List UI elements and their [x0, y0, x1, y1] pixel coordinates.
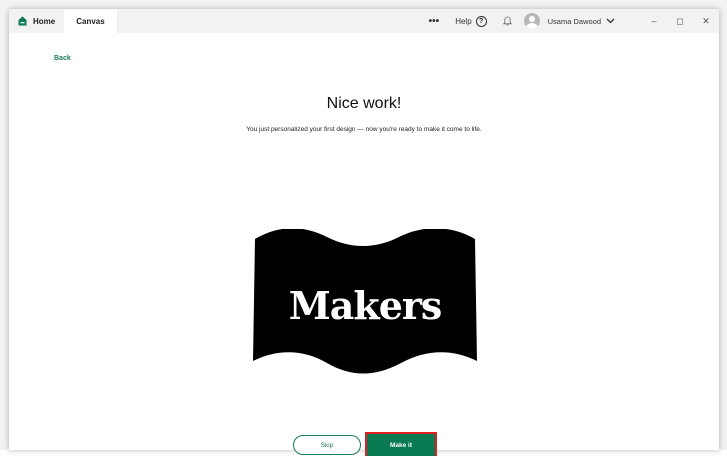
help-button[interactable]: Help	[455, 17, 471, 26]
tab-canvas[interactable]: Canvas	[64, 9, 117, 33]
tab-home[interactable]: Home	[9, 9, 64, 33]
tab-home-label: Home	[33, 16, 56, 26]
design-text: Makers	[288, 283, 443, 328]
page-subtitle: You just personalized your first design …	[246, 126, 482, 133]
minimize-button[interactable]: –	[641, 16, 667, 26]
make-it-button[interactable]: Make it	[365, 432, 437, 456]
page-title: Nice work!	[326, 95, 402, 112]
home-icon	[18, 16, 27, 26]
tab-canvas-label: Canvas	[76, 16, 105, 26]
screen-background: Home Canvas ••• Help ? Usama Dawood – ◻ …	[0, 0, 727, 456]
notification-bell-icon[interactable]	[502, 16, 512, 26]
app-window: Home Canvas ••• Help ? Usama Dawood – ◻ …	[9, 9, 719, 456]
design-preview: Makers	[251, 229, 479, 379]
close-button[interactable]: ✕	[693, 16, 719, 27]
title-bar: Home Canvas ••• Help ? Usama Dawood – ◻ …	[9, 9, 719, 33]
maximize-button[interactable]: ◻	[667, 16, 693, 27]
title-bar-actions: ••• Help ? Usama Dawood – ◻ ✕	[429, 9, 719, 33]
avatar[interactable]	[523, 13, 540, 29]
avatar-head	[528, 16, 535, 22]
more-options-icon[interactable]: •••	[429, 16, 440, 27]
chevron-down-icon[interactable]	[606, 18, 615, 24]
user-name[interactable]: Usama Dawood	[548, 17, 601, 26]
skip-button[interactable]: Skip	[293, 435, 361, 455]
help-icon[interactable]: ?	[475, 15, 487, 27]
back-link[interactable]: Back	[54, 55, 71, 62]
avatar-body	[525, 23, 538, 29]
